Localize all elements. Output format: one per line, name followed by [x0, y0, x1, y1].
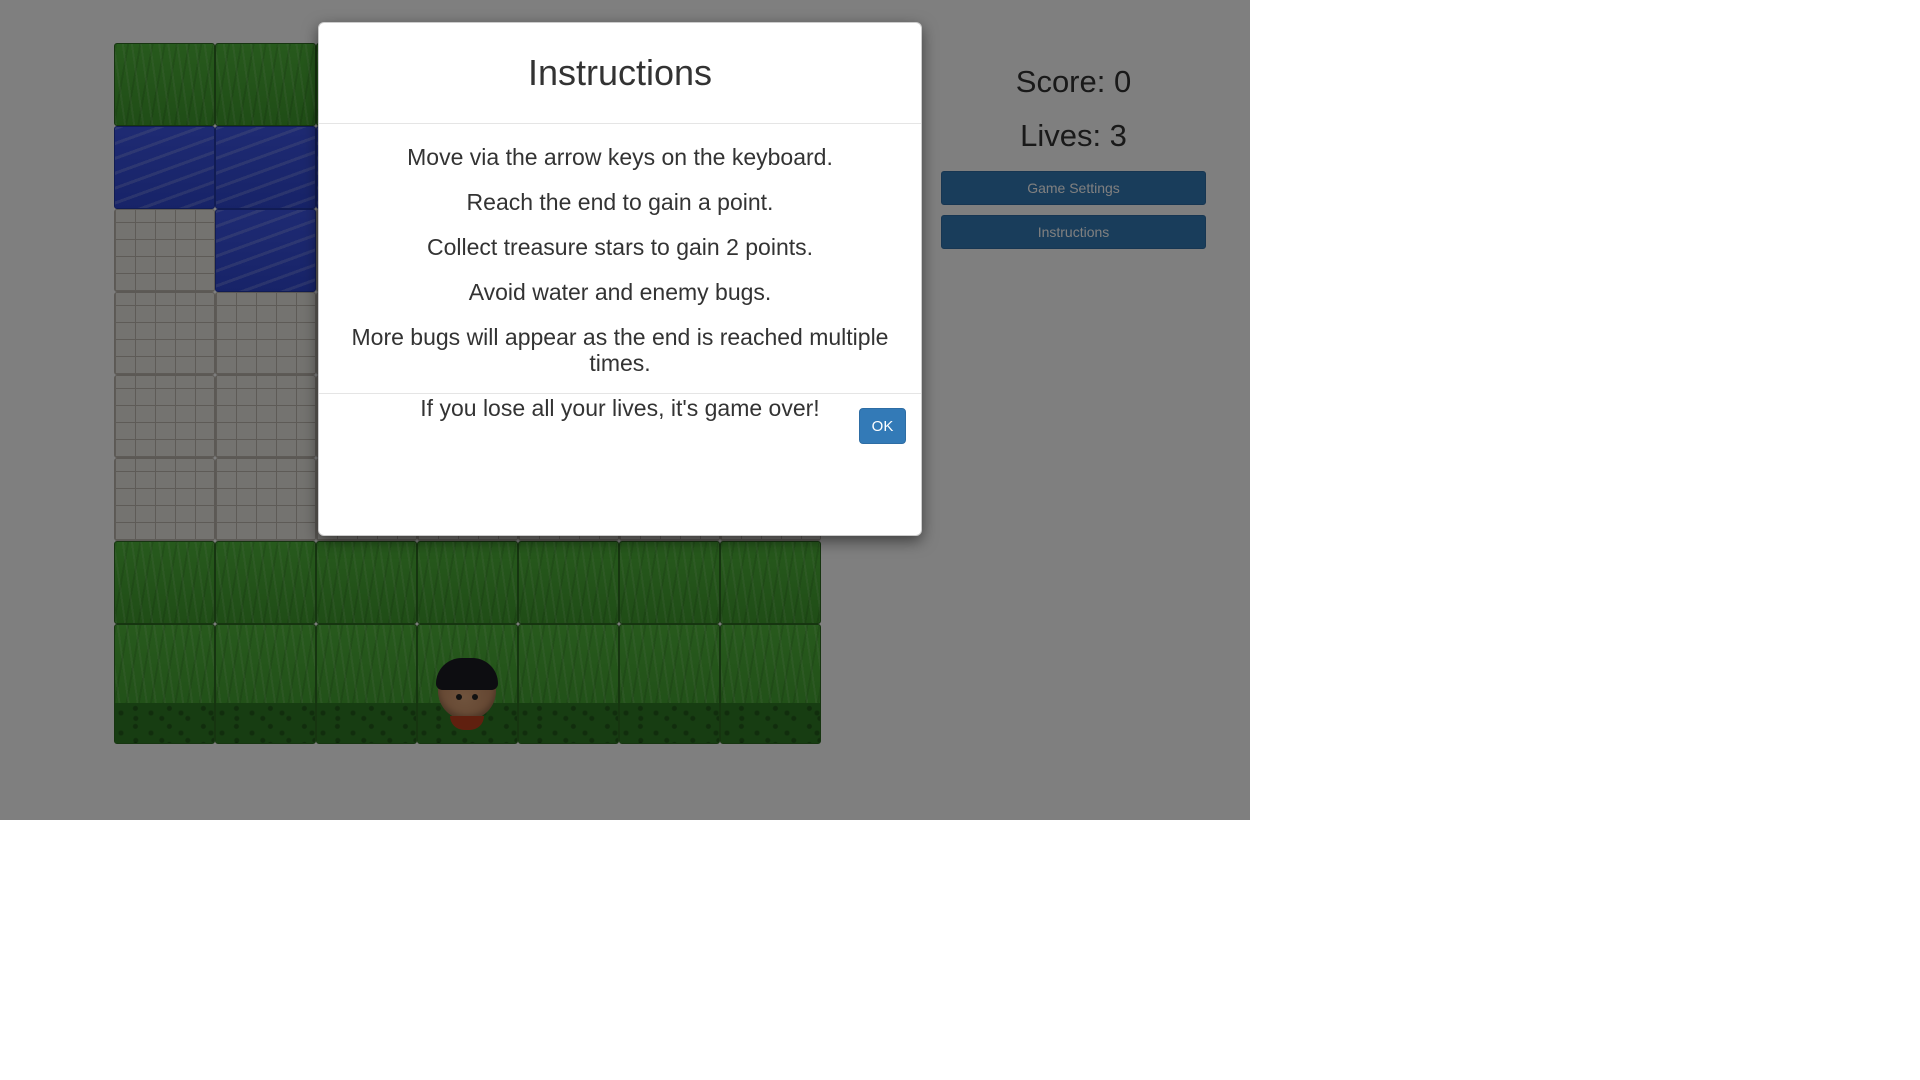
instruction-line: Collect treasure stars to gain 2 points. — [426, 234, 814, 260]
instruction-line: Avoid water and enemy bugs. — [468, 279, 772, 305]
modal-body: Move via the arrow keys on the keyboard.… — [319, 124, 921, 421]
instruction-line: Reach the end to gain a point. — [466, 189, 774, 215]
modal-header: Instructions — [319, 23, 921, 124]
modal-footer: OK — [319, 394, 921, 534]
instruction-line: Move via the arrow keys on the keyboard. — [407, 144, 833, 170]
instruction-line: More bugs will appear as the end is reac… — [351, 324, 889, 376]
game-page: Score: 0 Lives: 3 Game Settings Instruct… — [0, 0, 1250, 820]
ok-button[interactable]: OK — [859, 408, 906, 444]
instructions-modal: Instructions Move via the arrow keys on … — [318, 22, 922, 536]
modal-title: Instructions — [527, 52, 713, 93]
